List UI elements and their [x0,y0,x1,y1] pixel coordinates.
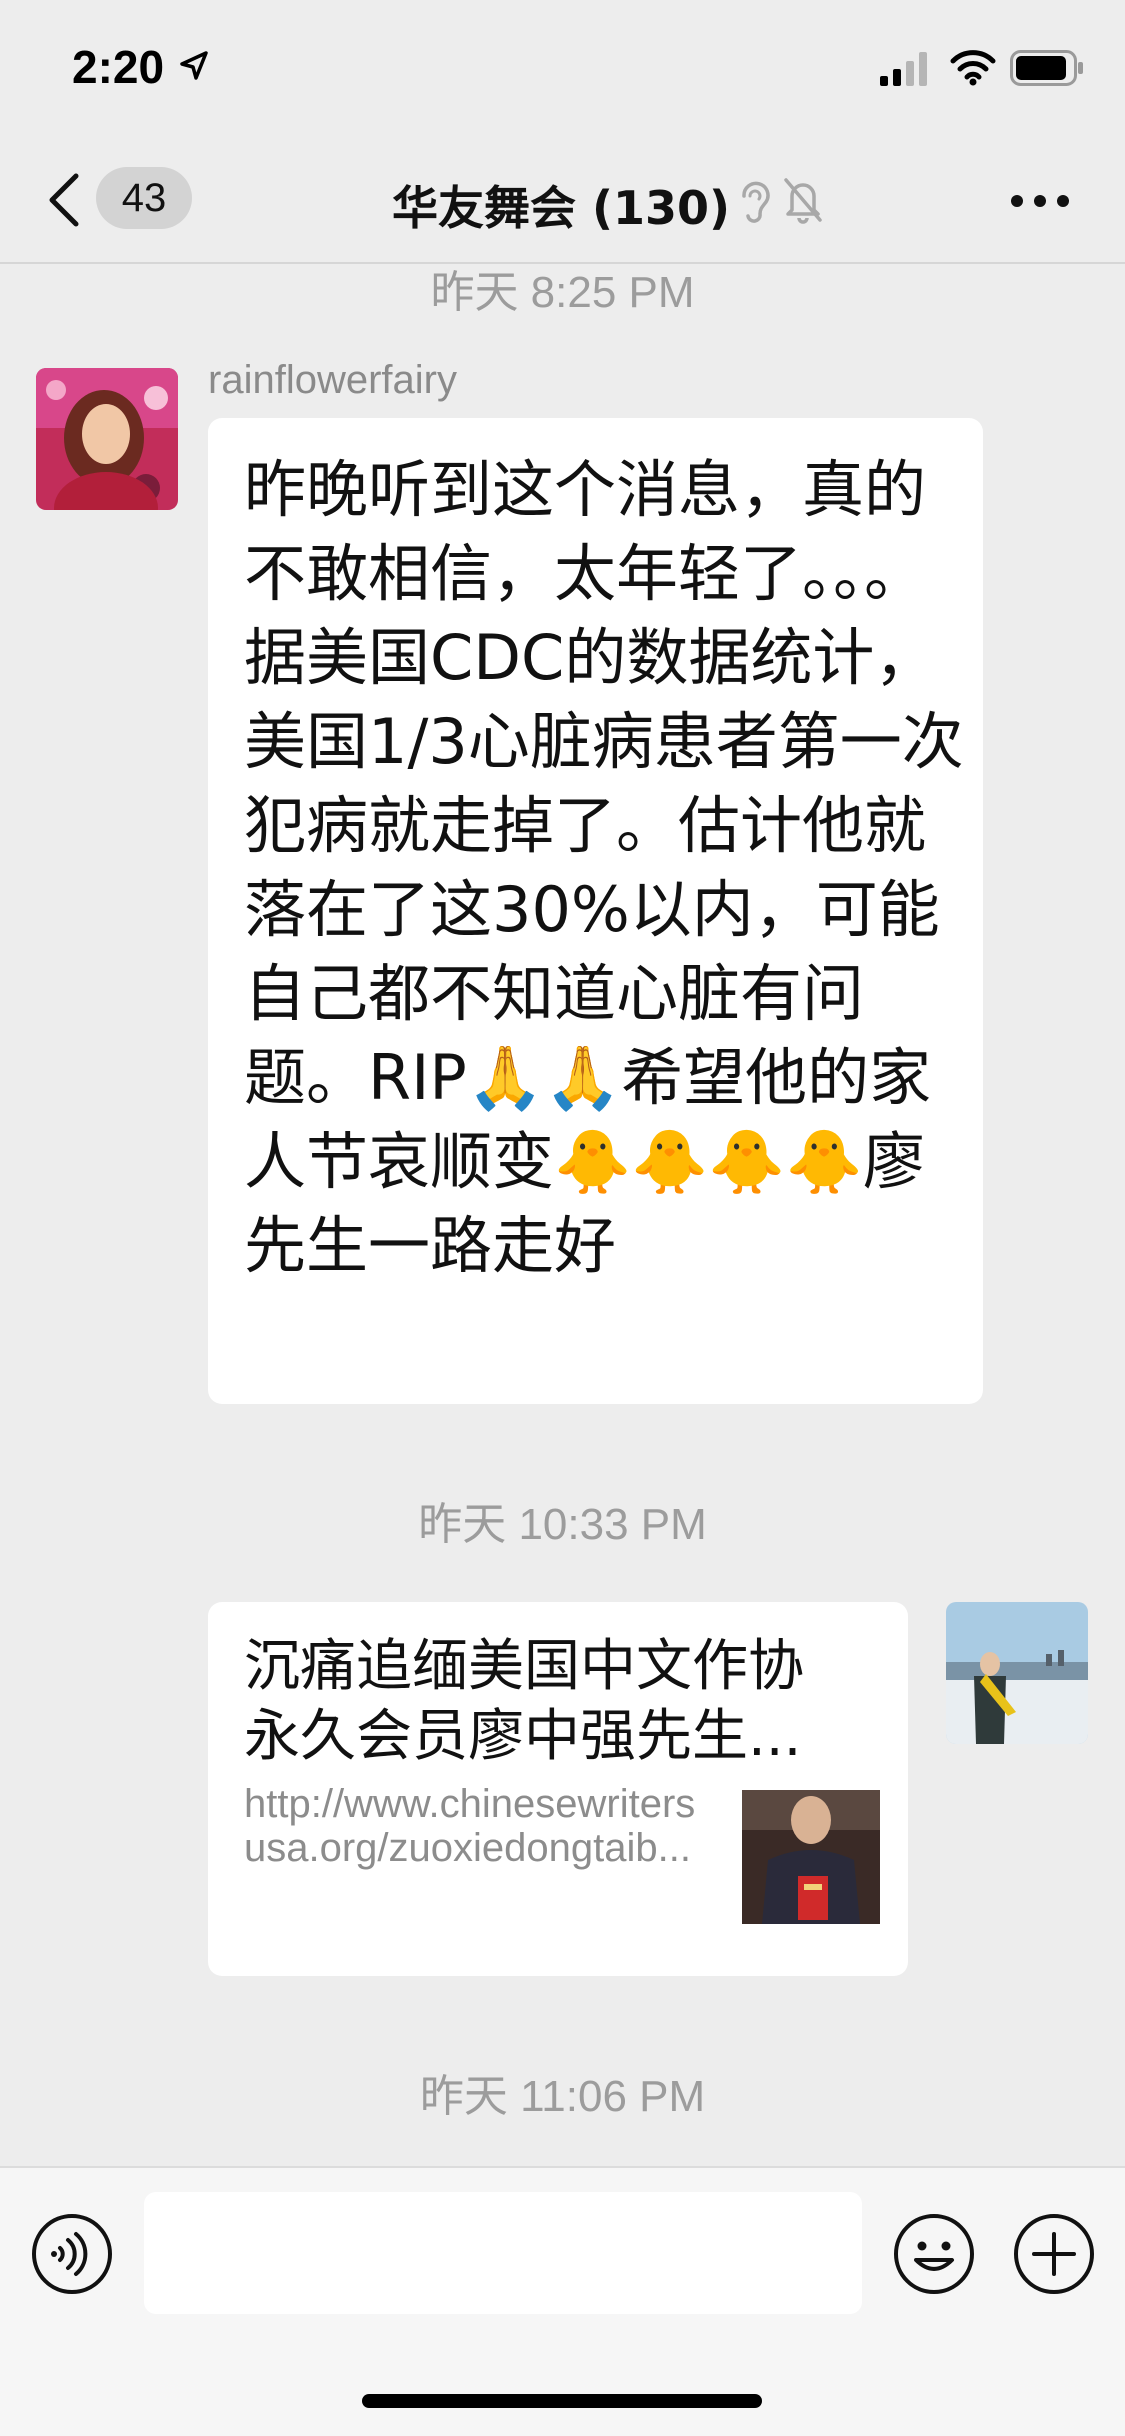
message-text: 昨晚听到这个消息，真的不敢相信，太年轻了。。。据美国CDC的数据统计，美国1/3… [244,453,964,1282]
signal-icon [880,52,927,86]
wifi-icon [950,50,996,86]
status-bar: 2:20 [0,0,1125,132]
my-avatar[interactable] [946,1602,1088,1744]
timestamp: 昨天 8:25 PM [430,268,695,317]
chat-title: 华友舞会 (130) [392,181,731,235]
battery-icon [1010,50,1083,86]
message-bubble[interactable]: 昨晚听到这个消息，真的不敢相信，太年轻了。。。据美国CDC的数据统计，美国1/3… [208,418,983,1404]
link-thumbnail [742,1790,880,1924]
chat-header: 43 华友舞会 (130) [0,132,1125,264]
link-url: http://www.chinesewritersusa.org/zuoxied… [244,1782,696,1870]
status-time: 2:20 [72,41,165,93]
home-indicator[interactable] [362,2394,762,2408]
sender-name: rainflowerfairy [208,358,457,402]
sender-avatar[interactable] [36,368,178,510]
plus-icon[interactable] [1012,2212,1096,2296]
link-title: 沉痛追缅美国中文作协永久会员廖中强先生... [244,1634,804,1769]
avatar-photo [946,1602,1088,1744]
more-options-icon[interactable] [1010,194,1070,208]
timestamp: 昨天 10:33 PM [418,1500,707,1549]
mute-bell-icon [784,178,822,224]
back-chevron-icon[interactable] [44,170,84,230]
message-input[interactable] [144,2192,862,2314]
timestamp: 昨天 11:06 PM [419,2072,706,2121]
location-arrow-icon [180,51,208,80]
unread-count-badge[interactable]: 43 [96,167,192,229]
emoji-icon[interactable] [892,2212,976,2296]
ear-icon [742,181,770,223]
link-thumbnail-photo [742,1790,880,1924]
avatar-photo [36,368,178,510]
link-card[interactable]: 沉痛追缅美国中文作协永久会员廖中强先生... http://www.chines… [208,1602,908,1976]
voice-input-icon[interactable] [30,2212,114,2296]
